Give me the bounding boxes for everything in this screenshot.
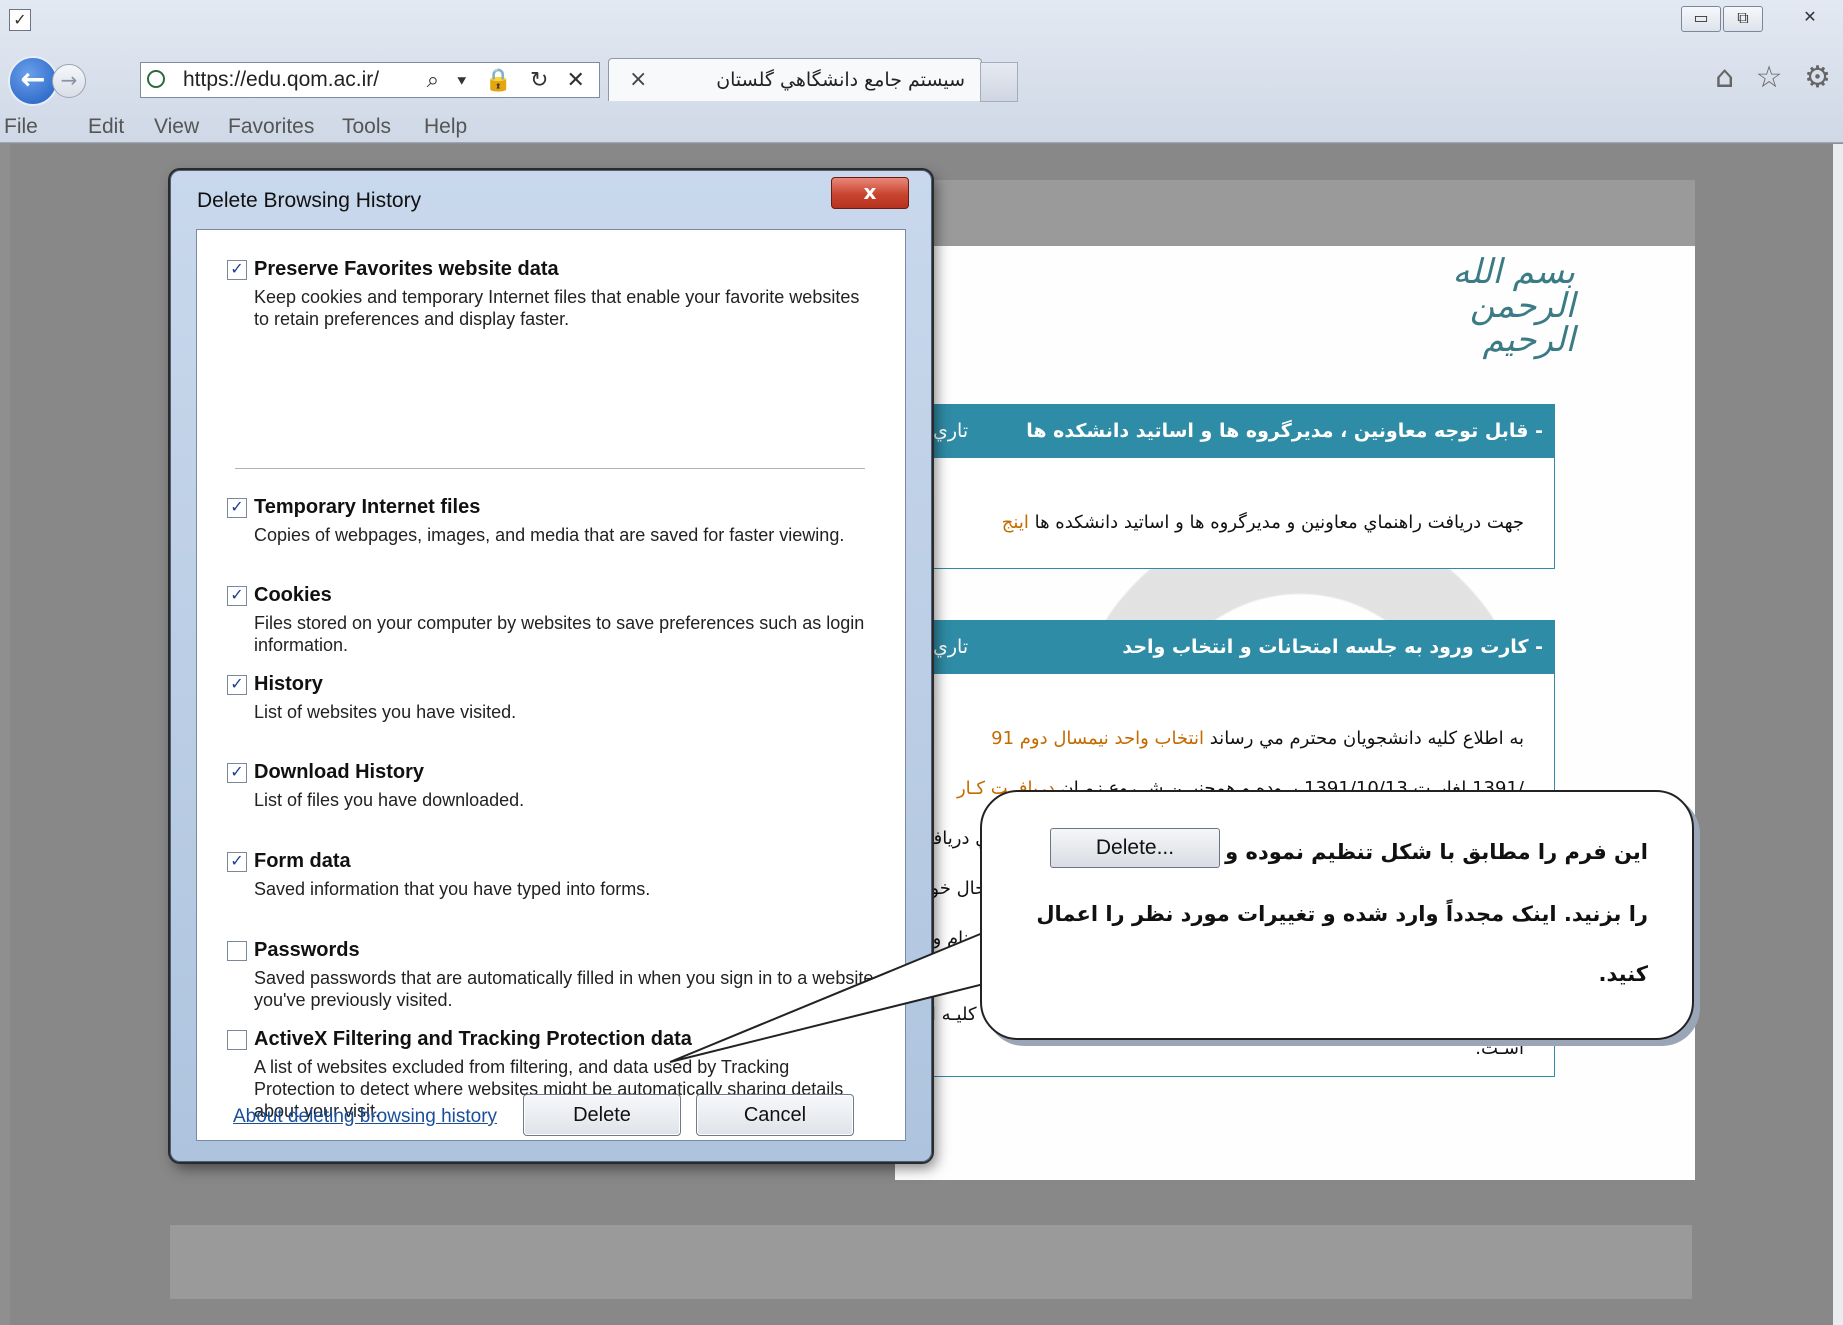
instruction-callout: اين فرم را مطابق با شكل تنظيم نموده و دك… <box>980 790 1694 1040</box>
callout-line-2: را بزنيد. اينک مجدداً وارد شده و تغييرات… <box>1036 902 1648 926</box>
callout-line-3: كنيد. <box>1598 962 1648 986</box>
callout-delete-button: Delete... <box>1050 828 1220 868</box>
callout-pointer <box>669 928 1043 1063</box>
callout-line-1: اين فرم را مطابق با شكل تنظيم نموده و دك… <box>1168 840 1648 864</box>
